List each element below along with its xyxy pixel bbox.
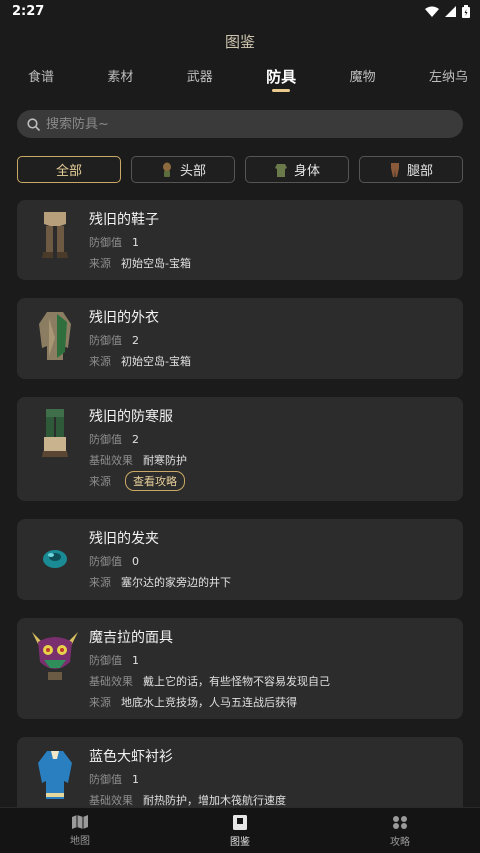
armor-filters: 全部 头部 身体 腿部 bbox=[0, 156, 480, 183]
signal-icon bbox=[445, 5, 456, 17]
filter-label: 身体 bbox=[293, 164, 320, 179]
armor-thumbnail bbox=[27, 308, 83, 371]
defense-label: 防御值 bbox=[89, 654, 122, 667]
armor-card[interactable]: 魔吉拉的面具 防御值 1 基础效果 戴上它的话，有些怪物不容易发现自己 来源 地底水上… bbox=[17, 618, 463, 719]
filter-head[interactable]: 头部 bbox=[131, 156, 235, 183]
armor-name: 残旧的外衣 bbox=[89, 310, 159, 326]
tab-label: 素材 bbox=[107, 70, 134, 85]
head-armor-icon bbox=[162, 162, 171, 177]
nav-label: 攻略 bbox=[390, 836, 410, 848]
defense-label: 防御值 bbox=[89, 555, 122, 568]
tab-monsters[interactable]: 魔物 bbox=[350, 66, 376, 96]
armor-card[interactable]: 残旧的外衣 防御值 2 来源 初始空岛-宝箱 bbox=[17, 298, 463, 379]
category-tabs: 食谱 素材 武器 防具 魔物 左纳乌 bbox=[0, 66, 480, 96]
defense-label: 防御值 bbox=[89, 433, 122, 446]
battery-icon bbox=[462, 4, 470, 18]
old-shirt-image bbox=[39, 312, 71, 360]
tab-label: 武器 bbox=[186, 70, 213, 85]
blue-shirt-image bbox=[38, 751, 72, 799]
guide-icon bbox=[393, 815, 407, 829]
effect-label: 基础效果 bbox=[89, 675, 133, 688]
armor-name: 蓝色大虾衬衫 bbox=[89, 749, 173, 765]
source-label: 来源 bbox=[89, 257, 111, 270]
bottom-navigation: 地图 图鉴 攻略 bbox=[0, 807, 480, 853]
source-label: 来源 bbox=[89, 355, 111, 368]
defense-value: 1 bbox=[132, 653, 139, 667]
effect-value: 耐热防护，增加木筏航行速度 bbox=[143, 794, 286, 807]
armor-name: 魔吉拉的面具 bbox=[89, 630, 173, 646]
defense-value: 2 bbox=[132, 432, 139, 446]
defense-label: 防御值 bbox=[89, 773, 122, 786]
source-label: 来源 bbox=[89, 696, 111, 709]
nav-encyclopedia[interactable]: 图鉴 bbox=[160, 808, 320, 853]
leg-armor-icon bbox=[390, 162, 399, 177]
tab-zonai[interactable]: 左纳乌 bbox=[429, 66, 468, 96]
source-value: 地底水上竞技场，人马五连战后获得 bbox=[121, 696, 297, 709]
armor-name: 残旧的鞋子 bbox=[89, 212, 159, 228]
armor-name: 残旧的发夹 bbox=[89, 531, 159, 547]
filter-body[interactable]: 身体 bbox=[245, 156, 349, 183]
defense-value: 2 bbox=[132, 333, 139, 347]
armor-thumbnail bbox=[27, 628, 83, 711]
old-winter-wear-image bbox=[42, 409, 68, 457]
nav-map[interactable]: 地图 bbox=[0, 808, 160, 853]
source-label: 来源 bbox=[89, 475, 111, 488]
armor-card[interactable]: 残旧的发夹 防御值 0 来源 塞尔达的家旁边的井下 bbox=[17, 519, 463, 600]
nav-guide[interactable]: 攻略 bbox=[320, 808, 480, 853]
filter-all[interactable]: 全部 bbox=[17, 156, 121, 183]
filter-label: 头部 bbox=[179, 164, 206, 179]
defense-value: 1 bbox=[132, 235, 139, 249]
effect-label: 基础效果 bbox=[89, 454, 133, 467]
search-icon bbox=[27, 117, 40, 131]
armor-thumbnail bbox=[27, 210, 83, 272]
defense-label: 防御值 bbox=[89, 236, 122, 249]
armor-thumbnail bbox=[27, 747, 83, 807]
defense-label: 防御值 bbox=[89, 334, 122, 347]
tab-materials[interactable]: 素材 bbox=[107, 66, 133, 96]
armor-thumbnail bbox=[27, 407, 83, 493]
tab-label: 防具 bbox=[266, 68, 297, 86]
tab-label: 左纳乌 bbox=[428, 70, 468, 85]
search-input[interactable] bbox=[46, 116, 426, 132]
armor-card[interactable]: 残旧的鞋子 防御值 1 来源 初始空岛-宝箱 bbox=[17, 200, 463, 280]
armor-list: 残旧的鞋子 防御值 1 来源 初始空岛-宝箱 残旧的外衣 防御值 2 来源 初始空岛-宝… bbox=[17, 200, 463, 807]
book-icon bbox=[233, 814, 247, 830]
effect-label: 基础效果 bbox=[89, 794, 133, 807]
armor-name: 残旧的防寒服 bbox=[89, 409, 173, 425]
tab-armor[interactable]: 防具 bbox=[266, 66, 296, 96]
effect-value: 戴上它的话，有些怪物不容易发现自己 bbox=[143, 675, 330, 688]
source-value: 初始空岛-宝箱 bbox=[121, 355, 191, 368]
filter-label: 腿部 bbox=[406, 164, 433, 179]
armor-card[interactable]: 残旧的防寒服 防御值 2 基础效果 耐寒防护 来源 查看攻略 bbox=[17, 397, 463, 501]
defense-value: 1 bbox=[132, 772, 139, 786]
active-tab-indicator bbox=[272, 89, 291, 92]
armor-thumbnail bbox=[27, 529, 83, 592]
status-time: 2:27 bbox=[12, 3, 45, 19]
nav-label: 图鉴 bbox=[230, 836, 250, 848]
tab-label: 食谱 bbox=[28, 70, 55, 85]
map-icon bbox=[72, 815, 88, 829]
tab-weapons[interactable]: 武器 bbox=[187, 66, 213, 96]
search-bar bbox=[17, 110, 463, 138]
tab-recipes[interactable]: 食谱 bbox=[28, 66, 54, 96]
tab-label: 魔物 bbox=[349, 70, 376, 85]
old-hairclip-image bbox=[43, 550, 67, 568]
nav-label: 地图 bbox=[70, 836, 90, 847]
source-label: 来源 bbox=[89, 576, 111, 589]
wifi-icon bbox=[425, 6, 439, 17]
filter-legs[interactable]: 腿部 bbox=[359, 156, 463, 183]
old-shoes-image bbox=[42, 212, 68, 258]
page-title: 图鉴 bbox=[224, 33, 255, 51]
effect-value: 耐寒防护 bbox=[143, 454, 187, 467]
defense-value: 0 bbox=[132, 554, 139, 568]
filter-label: 全部 bbox=[55, 164, 82, 179]
status-icons bbox=[425, 4, 470, 18]
majoras-mask-image bbox=[32, 632, 78, 680]
armor-card[interactable]: 蓝色大虾衬衫 防御值 1 基础效果 耐热防护，增加木筏航行速度 bbox=[17, 737, 463, 807]
source-value: 塞尔达的家旁边的井下 bbox=[121, 576, 231, 589]
source-value: 初始空岛-宝箱 bbox=[121, 257, 191, 270]
status-bar: 2:27 bbox=[0, 0, 480, 22]
body-armor-icon bbox=[274, 163, 287, 177]
view-guide-button[interactable]: 查看攻略 bbox=[125, 471, 185, 491]
